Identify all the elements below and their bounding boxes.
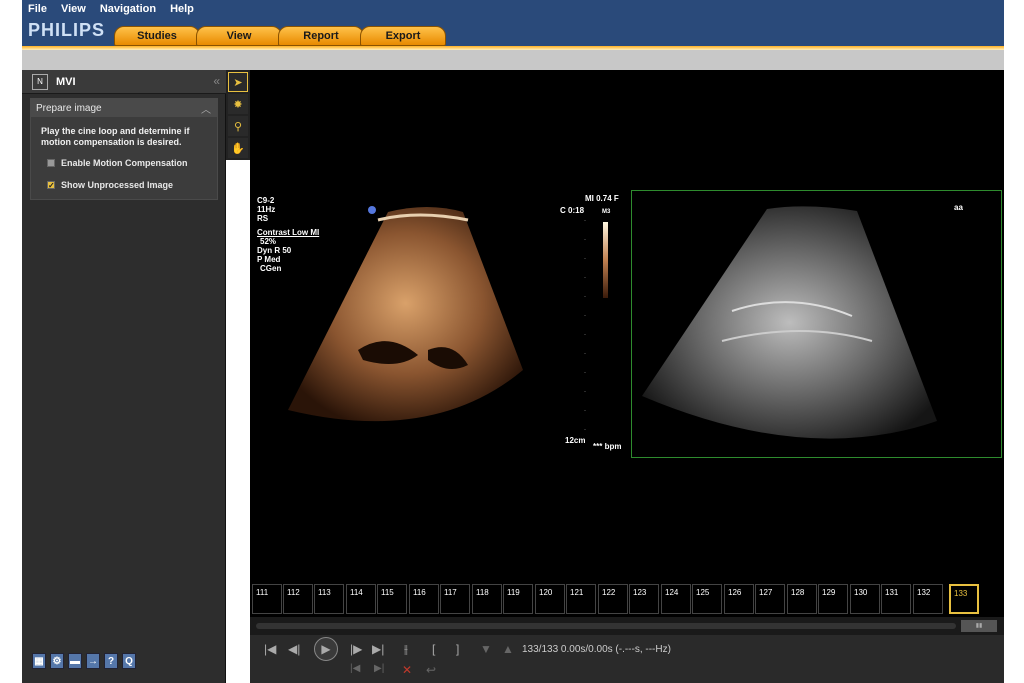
motion-compensation-checkbox[interactable] [47,159,55,167]
map-label: M3 [602,209,611,215]
main-tabs: Studies View Report Export [114,26,446,46]
depth-readout: 12cm [565,436,586,445]
frame-thumb[interactable]: 113 [314,584,344,614]
pointer-tool-icon[interactable]: ➤ [228,72,248,92]
frame-thumb[interactable]: 132 [913,584,943,614]
first-frame-icon[interactable]: |◀ [264,642,276,656]
previous-frame-icon[interactable]: ◀| [288,642,300,656]
mark-start-icon[interactable]: [ [432,642,435,656]
frame-thumb[interactable]: 125 [692,584,722,614]
left-panel: N MVI « Prepare image ︿ Play the cine lo… [22,70,226,683]
time-readout: C 0:18 [560,206,585,215]
bottom-toolbar: ▦ ⚙ ▬ → ? Q [32,653,136,669]
mvi-icon: N [32,73,48,90]
frame-thumb[interactable]: 120 [535,584,565,614]
cine-scrub-bar[interactable]: ▮▮ [250,617,1004,635]
section-header[interactable]: Prepare image ︿ [31,99,217,117]
frame-thumb[interactable]: 126 [724,584,754,614]
grid-icon[interactable]: ▦ [32,653,46,669]
frame-thumb[interactable]: 117 [440,584,470,614]
delete-icon[interactable]: ✕ [402,663,412,677]
help-icon[interactable]: ? [104,653,118,669]
prepare-image-section: Prepare image ︿ Play the cine loop and d… [30,98,218,200]
first-marker-icon[interactable]: |◀ [350,663,360,674]
brightness-tool-icon[interactable]: ✸ [228,94,248,114]
playback-controls: |◀ ◀| ▶ |▶ ▶| ⫲ [ ] ▼ ▲ 133/133 0.00s/0.… [250,635,1004,683]
menu-navigation[interactable]: Navigation [100,3,156,15]
frame-thumb[interactable]: 124 [661,584,691,614]
mi-readout: MI 0.74 F [585,194,619,203]
unprocessed-image-frame[interactable]: aa [631,190,1002,458]
tab-studies[interactable]: Studies [114,26,200,46]
section-title: Prepare image [36,102,102,114]
chevron-down-icon[interactable]: ▼ [480,642,492,656]
frame-thumb[interactable]: 129 [818,584,848,614]
frame-thumb[interactable]: 114 [346,584,376,614]
orientation-marker-icon [368,206,376,214]
tool-column: ➤ ✸ ⚲ ✋ [226,70,250,160]
tab-report[interactable]: Report [278,26,364,46]
frame-thumb[interactable]: 122 [598,584,628,614]
frame-thumb[interactable]: 111 [252,584,282,614]
left-image-info: C9-2 11Hz RS Contrast Low MI 52% Dyn R 5… [257,196,320,273]
depth-scale [584,220,586,430]
app-header: File View Navigation Help PHILIPS Studie… [22,0,1004,50]
undo-icon[interactable]: ↩ [426,663,436,677]
unprocessed-image-checkbox[interactable]: ✓ [47,181,55,190]
split-icon[interactable]: ⫲ [404,642,408,657]
save-icon[interactable]: ▬ [68,653,82,669]
grayscale-image [642,206,937,439]
toolbar-strip [22,50,1004,70]
next-frame-icon[interactable]: |▶ [350,642,362,656]
frame-thumb[interactable]: 128 [787,584,817,614]
option-label: Enable Motion Compensation [61,158,188,168]
export-icon[interactable]: → [86,653,100,669]
last-marker-icon[interactable]: ▶| [374,663,384,674]
corner-label: aa [954,203,963,212]
menu-bar: File View Navigation Help [28,3,194,15]
frame-thumb[interactable]: 121 [566,584,596,614]
menu-help[interactable]: Help [170,3,194,15]
frame-thumb[interactable]: 112 [283,584,313,614]
collapse-panel-icon[interactable]: « [213,74,220,88]
mark-end-icon[interactable]: ] [456,642,459,656]
scrub-thumb[interactable]: ▮▮ [961,620,997,632]
zoom-tool-icon[interactable]: ⚲ [228,116,248,136]
menu-file[interactable]: File [28,3,47,15]
frame-thumb-selected[interactable]: 133 [949,584,979,614]
frame-thumb[interactable]: 118 [472,584,502,614]
option-unprocessed-image[interactable]: ✓ Show Unprocessed Image [31,180,217,190]
play-button[interactable]: ▶ [314,637,338,661]
color-map-bar [603,222,608,298]
heart-rate-readout: *** bpm [593,442,622,451]
search-icon[interactable]: Q [122,653,136,669]
tab-view[interactable]: View [196,26,282,46]
settings-icon[interactable]: ⚙ [50,653,64,669]
frame-thumb[interactable]: 115 [377,584,407,614]
frame-strip: 111 112 113 114 115 116 117 118 119 120 … [250,583,1004,617]
frame-thumb[interactable]: 119 [503,584,533,614]
frame-thumb[interactable]: 130 [850,584,880,614]
tab-export[interactable]: Export [360,26,446,46]
panel-header: N MVI « [22,70,226,94]
chevron-up-icon[interactable]: ▲ [502,642,514,656]
frame-thumb[interactable]: 116 [409,584,439,614]
option-label: Show Unprocessed Image [61,180,174,190]
brand-logo: PHILIPS [28,20,106,40]
instruction-text: Play the cine loop and determine if moti… [41,126,190,147]
pan-hand-tool-icon[interactable]: ✋ [228,138,248,158]
frame-thumb[interactable]: 131 [881,584,911,614]
frame-thumb[interactable]: 123 [629,584,659,614]
menu-view[interactable]: View [61,3,86,15]
option-motion-compensation[interactable]: Enable Motion Compensation [31,158,217,168]
image-viewport[interactable]: C9-2 11Hz RS Contrast Low MI 52% Dyn R 5… [250,70,1004,585]
frame-thumb[interactable]: 127 [755,584,785,614]
panel-title: MVI [56,75,76,88]
chevron-up-icon[interactable]: ︿ [201,101,211,116]
scrub-track[interactable] [256,623,956,629]
frame-status: 133/133 0.00s/0.00s (-.---s, ---Hz) [522,644,671,655]
last-frame-icon[interactable]: ▶| [372,642,384,656]
